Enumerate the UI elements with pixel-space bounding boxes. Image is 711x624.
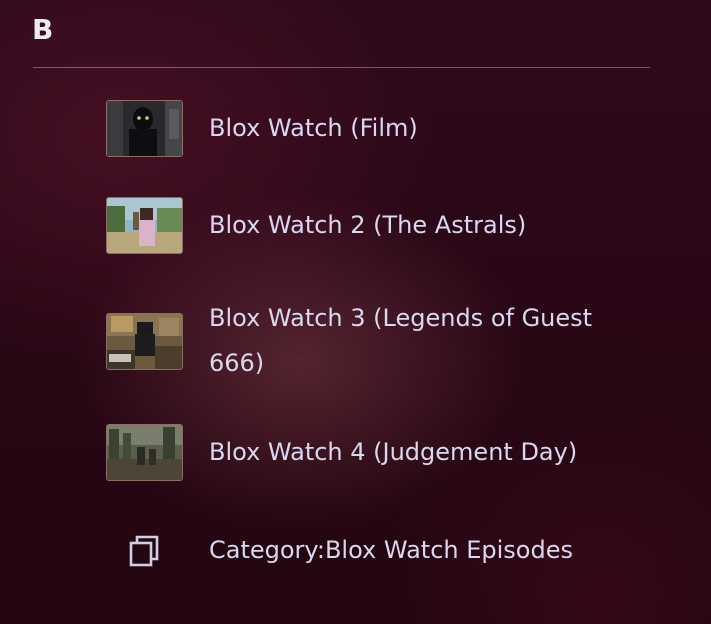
outdoor-scene-thumbnail[interactable]	[106, 197, 183, 254]
forest-scene-thumbnail[interactable]	[106, 424, 183, 481]
section-letter: B	[32, 13, 54, 46]
dark-figure-thumbnail[interactable]	[106, 100, 183, 157]
category-link[interactable]: Category:Blox Watch Episodes	[106, 528, 629, 573]
list-item-blox-watch-3[interactable]: Blox Watch 3 (Legends of Guest 666)	[106, 296, 629, 386]
entry-label: Blox Watch 2 (The Astrals)	[209, 211, 527, 239]
list-item-blox-watch-film[interactable]: Blox Watch (Film)	[106, 100, 629, 157]
section-divider	[33, 67, 650, 68]
list-item-blox-watch-4[interactable]: Blox Watch 4 (Judgement Day)	[106, 424, 629, 481]
entry-label: Blox Watch 4 (Judgement Day)	[209, 438, 578, 466]
list-item-blox-watch-2[interactable]: Blox Watch 2 (The Astrals)	[106, 197, 629, 254]
entry-label: Blox Watch (Film)	[209, 114, 418, 142]
room-scene-thumbnail[interactable]	[106, 312, 183, 370]
entry-label: Blox Watch 3 (Legends of Guest 666)	[209, 304, 593, 377]
category-label: Category:Blox Watch Episodes	[209, 536, 573, 564]
copy-pages-icon	[106, 528, 183, 573]
